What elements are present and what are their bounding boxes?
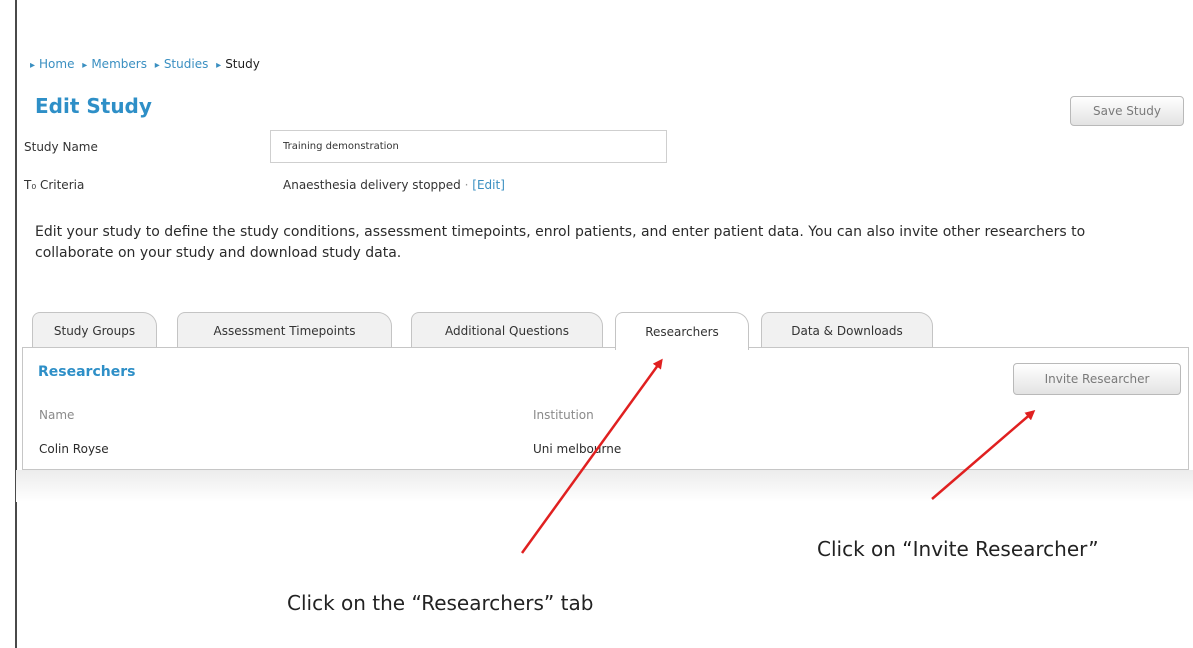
annotation-researchers-tab: Click on the “Researchers” tab xyxy=(287,591,594,615)
tab-researchers[interactable]: Researchers xyxy=(615,312,749,350)
panel-shadow xyxy=(16,470,1193,502)
researcher-institution-cell: Uni melbourne xyxy=(533,442,622,456)
tab-additional-questions[interactable]: Additional Questions xyxy=(411,312,603,348)
breadcrumb-separator-icon: ▸ xyxy=(154,60,160,71)
study-name-input[interactable] xyxy=(270,130,667,163)
tab-study-groups[interactable]: Study Groups xyxy=(32,312,157,348)
criteria-label: T₀ Criteria xyxy=(24,178,85,192)
breadcrumb: ▸ Home ▸ Members ▸ Studies ▸ Study xyxy=(30,57,264,71)
breadcrumb-separator-icon: ▸ xyxy=(216,60,222,71)
column-header-name: Name xyxy=(39,408,75,422)
breadcrumb-link-home[interactable]: Home xyxy=(39,57,74,71)
breadcrumb-current: Study xyxy=(225,57,260,71)
criteria-separator: · xyxy=(464,178,469,192)
tab-data-downloads[interactable]: Data & Downloads xyxy=(761,312,933,348)
study-name-label: Study Name xyxy=(24,140,98,154)
left-border-line xyxy=(15,0,17,648)
page-title: Edit Study xyxy=(35,94,152,118)
breadcrumb-link-studies[interactable]: Studies xyxy=(164,57,209,71)
researcher-name-cell: Colin Royse xyxy=(39,442,109,456)
breadcrumb-separator-icon: ▸ xyxy=(30,60,36,71)
criteria-value: Anaesthesia delivery stopped xyxy=(283,178,461,192)
save-study-button[interactable]: Save Study xyxy=(1070,96,1184,126)
annotation-invite-researcher: Click on “Invite Researcher” xyxy=(817,537,1099,561)
study-description: Edit your study to define the study cond… xyxy=(35,224,1086,261)
researchers-panel-title: Researchers xyxy=(38,364,136,380)
criteria-value-row: Anaesthesia delivery stopped · [Edit] xyxy=(283,178,505,192)
invite-researcher-button[interactable]: Invite Researcher xyxy=(1013,363,1181,395)
breadcrumb-link-members[interactable]: Members xyxy=(91,57,147,71)
tab-assessment-timepoints[interactable]: Assessment Timepoints xyxy=(177,312,392,348)
criteria-edit-link[interactable]: [Edit] xyxy=(472,178,505,192)
breadcrumb-separator-icon: ▸ xyxy=(82,60,88,71)
column-header-institution: Institution xyxy=(533,408,594,422)
